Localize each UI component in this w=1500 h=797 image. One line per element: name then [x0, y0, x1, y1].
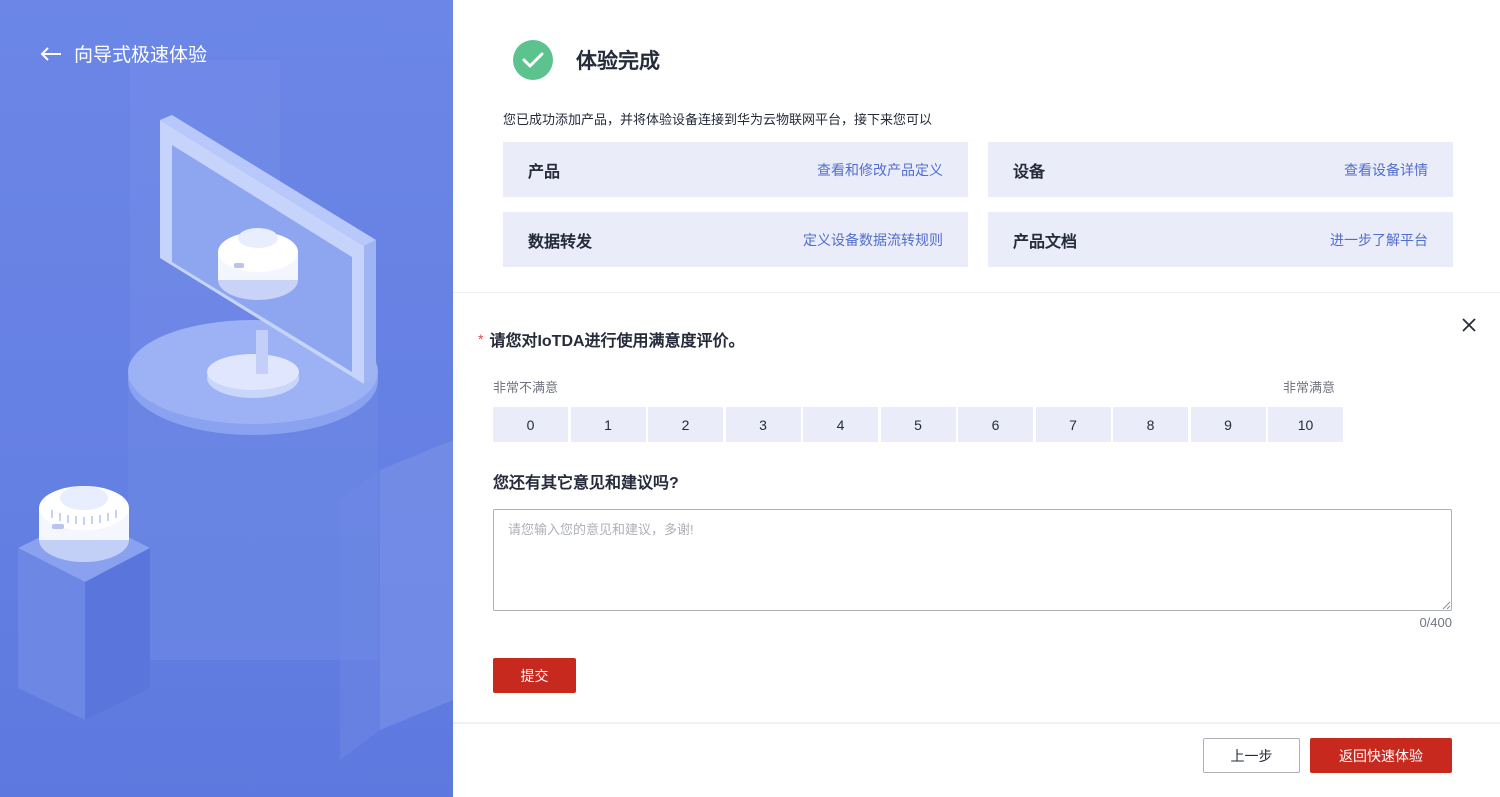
- required-mark: *: [478, 331, 484, 347]
- card-title: 设备: [1013, 163, 1046, 181]
- close-icon[interactable]: [1460, 316, 1478, 334]
- left-panel: 向导式极速体验: [0, 0, 453, 797]
- success-check-icon: [513, 40, 553, 80]
- divider: [453, 292, 1500, 293]
- card-product: 产品 查看和修改产品定义: [503, 142, 968, 197]
- score-option[interactable]: 8: [1113, 407, 1188, 442]
- score-option[interactable]: 5: [880, 407, 956, 442]
- arrow-left-icon: [40, 46, 61, 61]
- card-device: 设备 查看设备详情: [988, 142, 1453, 197]
- return-quick-experience-button[interactable]: 返回快速体验: [1310, 738, 1452, 773]
- completion-header: 体验完成: [513, 40, 660, 80]
- smoke-detector-illustration: [18, 60, 453, 760]
- char-counter: 0/400: [1419, 615, 1452, 630]
- previous-step-button[interactable]: 上一步: [1203, 738, 1300, 773]
- score-option[interactable]: 3: [725, 407, 801, 442]
- score-option[interactable]: 9: [1190, 407, 1266, 442]
- satisfaction-question: * 请您对IoTDA进行使用满意度评价。: [478, 327, 745, 351]
- score-option[interactable]: 10: [1268, 407, 1343, 442]
- submit-button[interactable]: 提交: [493, 658, 576, 693]
- score-selector: 0 1 2 3 4 5 6 7 8 9 10: [493, 407, 1346, 442]
- card-product-docs: 产品文档 进一步了解平台: [988, 212, 1453, 267]
- card-title: 数据转发: [528, 233, 593, 251]
- back-link-label: 向导式极速体验: [74, 45, 208, 66]
- page-title: 体验完成: [576, 50, 660, 73]
- score-option[interactable]: 6: [958, 407, 1033, 442]
- back-link[interactable]: 向导式极速体验: [40, 40, 207, 67]
- card-link-view-device[interactable]: 查看设备详情: [1344, 160, 1428, 180]
- score-option[interactable]: 4: [803, 407, 878, 442]
- footer-divider: [453, 722, 1500, 724]
- score-option[interactable]: 2: [648, 407, 723, 442]
- score-option[interactable]: 7: [1035, 407, 1111, 442]
- score-option[interactable]: 0: [493, 407, 568, 442]
- scale-high-label: 非常满意: [1283, 380, 1336, 395]
- score-option[interactable]: 1: [570, 407, 646, 442]
- feedback-input[interactable]: [493, 509, 1452, 611]
- card-link-learn-platform[interactable]: 进一步了解平台: [1330, 230, 1428, 250]
- satisfaction-question-label: 请您对IoTDA进行使用满意度评价。: [489, 333, 745, 350]
- card-link-view-product[interactable]: 查看和修改产品定义: [817, 160, 943, 180]
- card-title: 产品: [528, 163, 561, 181]
- feedback-question: 您还有其它意见和建议吗?: [493, 475, 679, 492]
- card-link-forwarding-rules[interactable]: 定义设备数据流转规则: [803, 230, 943, 250]
- completion-description: 您已成功添加产品，并将体验设备连接到华为云物联网平台，接下来您可以: [503, 112, 933, 127]
- card-title: 产品文档: [1013, 233, 1078, 251]
- scale-low-label: 非常不满意: [493, 380, 559, 395]
- resize-grip-icon[interactable]: [1441, 600, 1451, 610]
- card-data-forwarding: 数据转发 定义设备数据流转规则: [503, 212, 968, 267]
- main-content: 体验完成 您已成功添加产品，并将体验设备连接到华为云物联网平台，接下来您可以 产…: [453, 0, 1500, 797]
